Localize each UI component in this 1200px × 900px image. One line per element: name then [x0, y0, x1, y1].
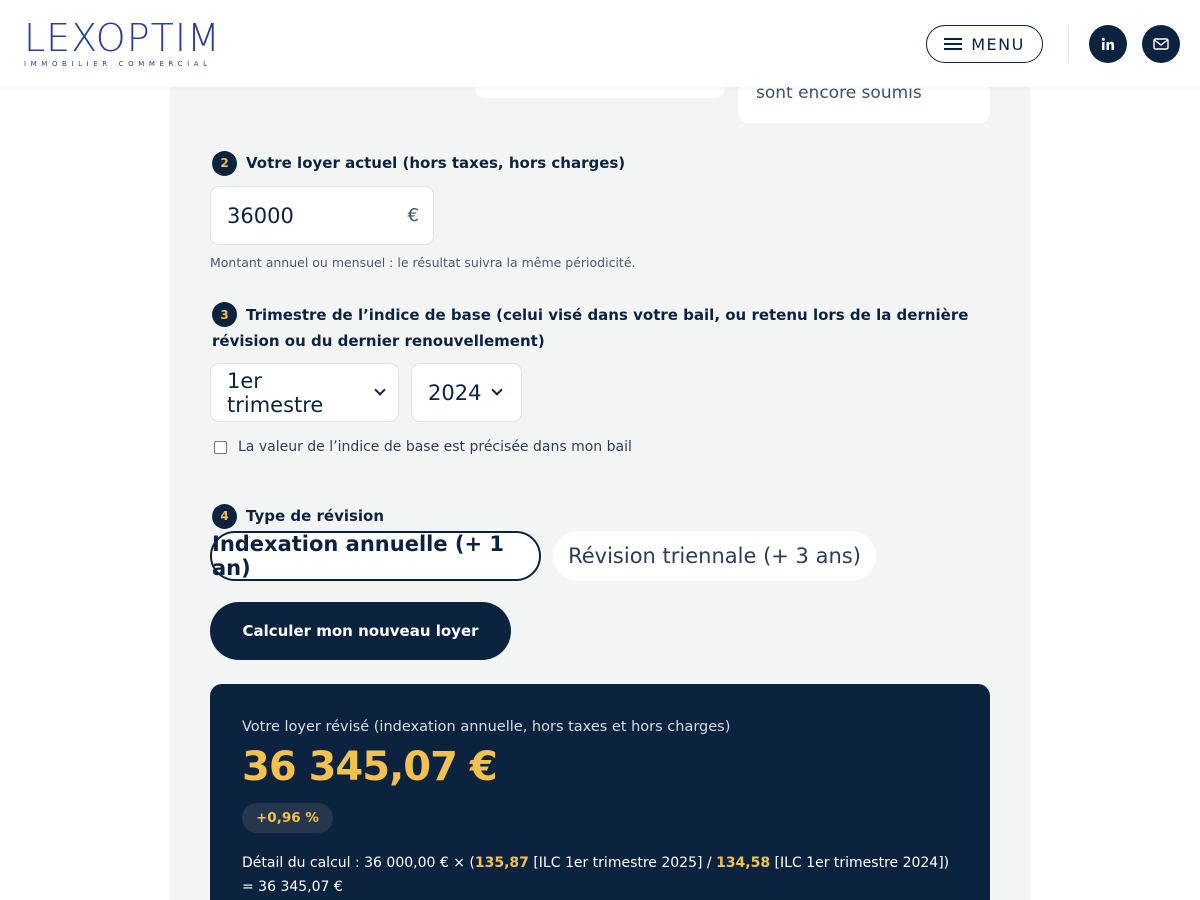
- result-detail: Détail du calcul : 36 000,00 € × (135,87…: [242, 851, 972, 899]
- base-index-checkbox-row[interactable]: La valeur de l’indice de base est précis…: [214, 439, 632, 455]
- step-3-heading: 3 Trimestre de l’indice de base (celui v…: [212, 302, 982, 354]
- mail-button[interactable]: [1142, 25, 1180, 63]
- triennial-revision-option[interactable]: Révision triennale (+ 3 ans): [553, 531, 876, 581]
- step-3-title: Trimestre de l’indice de base (celui vis…: [212, 306, 969, 350]
- euro-unit: €: [407, 205, 419, 226]
- annual-indexation-option[interactable]: Indexation annuelle (+ 1 an): [210, 531, 541, 581]
- result-label: Votre loyer révisé (indexation annuelle,…: [242, 719, 731, 735]
- step-4-badge: 4: [212, 503, 237, 529]
- step-4-title: Type de révision: [246, 507, 385, 525]
- result-amount: 36 345,07 €: [242, 744, 498, 790]
- step-2-title: Votre loyer actuel (hors taxes, hors cha…: [246, 154, 626, 172]
- quarter-value: 1er trimestre: [227, 368, 324, 417]
- rent-hint: Montant annuel ou mensuel : le résultat …: [210, 255, 636, 270]
- rent-input[interactable]: [227, 203, 377, 228]
- year-value: 2024: [428, 380, 482, 405]
- detail-result: = 36 345,07 €: [242, 879, 343, 895]
- quarter-select[interactable]: 1er trimestre: [210, 363, 399, 422]
- base-index-checkbox[interactable]: [214, 440, 227, 454]
- index-new-label: [ILC 1er trimestre 2025] /: [528, 855, 717, 871]
- logo-main-text: LEXOPTIM: [24, 16, 221, 60]
- result-change-badge: +0,96 %: [242, 803, 333, 833]
- linkedin-icon: [1101, 37, 1114, 50]
- site-header: LEXOPTIM IMMOBILIER COMMERCIAL MENU: [0, 0, 1200, 87]
- mail-icon: [1153, 38, 1169, 50]
- chevron-down-icon: [491, 384, 504, 396]
- result-panel: Votre loyer révisé (indexation annuelle,…: [210, 684, 990, 900]
- menu-label: MENU: [971, 34, 1025, 54]
- logo[interactable]: LEXOPTIM IMMOBILIER COMMERCIAL: [24, 18, 221, 68]
- base-index-checkbox-label[interactable]: La valeur de l’indice de base est précis…: [238, 439, 632, 455]
- header-divider: [1068, 25, 1069, 63]
- chevron-down-icon: [374, 384, 386, 396]
- rent-input-wrapper[interactable]: €: [210, 186, 434, 245]
- index-base-value: 134,58: [716, 855, 771, 871]
- step-2-badge: 2: [212, 150, 237, 176]
- detail-prefix: Détail du calcul : 36 000,00 € × (: [242, 855, 475, 871]
- step-2-heading: 2 Votre loyer actuel (hors taxes, hors c…: [212, 150, 625, 176]
- index-base-label: [ILC 1er trimestre 2024]): [770, 855, 950, 871]
- year-select[interactable]: 2024: [411, 363, 522, 422]
- index-new-value: 135,87: [474, 855, 529, 871]
- linkedin-button[interactable]: [1089, 25, 1127, 63]
- step-4-heading: 4 Type de révision: [212, 503, 384, 529]
- calculate-button[interactable]: Calculer mon nouveau loyer: [210, 602, 511, 660]
- menu-icon: [944, 38, 963, 50]
- menu-button[interactable]: MENU: [926, 25, 1043, 63]
- step-3-badge: 3: [212, 302, 237, 327]
- logo-sub-text: IMMOBILIER COMMERCIAL: [24, 60, 212, 68]
